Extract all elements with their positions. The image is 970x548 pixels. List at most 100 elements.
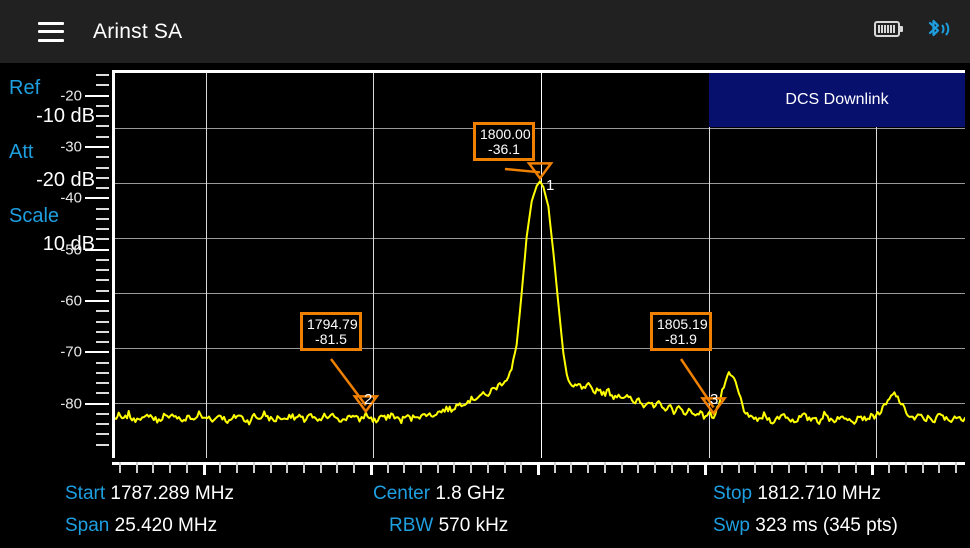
x-tick-minor [319,462,322,473]
center-field[interactable]: Center 1.8 GHz [373,483,505,505]
y-tick-minor [96,166,109,169]
stop-value: 1812.710 MHz [757,483,881,504]
marker-1-number: 1 [546,177,555,194]
menu-bar-3 [38,38,64,42]
marker-3-callout[interactable]: 1805.19 -81.9 [650,312,712,351]
x-tick-minor [587,462,590,473]
x-tick-minor [687,462,690,473]
hamburger-menu-icon[interactable] [38,21,64,42]
marker-1-level: -36.1 [488,141,520,157]
x-tick-minor [787,462,790,473]
marker-1-freq: 1800.00 [480,126,531,142]
start-field[interactable]: Start 1787.289 MHz [65,483,234,505]
y-tick-minor [96,217,109,220]
y-tick-minor [96,74,109,77]
x-tick-minor [637,462,640,473]
x-tick-minor [954,462,957,473]
y-tick-major [85,402,109,405]
x-tick-minor [737,462,740,473]
y-tick-major [85,197,109,200]
marker-2-callout[interactable]: 1794.79 -81.5 [300,312,362,351]
swp-field[interactable]: Swp 323 ms (345 pts) [713,515,898,537]
x-tick-minor [419,462,422,473]
trace-canvas [115,162,965,426]
x-tick-minor [119,462,122,473]
marker-3-freq: 1805.19 [657,316,708,332]
x-tick-minor [185,462,188,473]
x-tick-minor [904,462,907,473]
y-tick-label: -80 [60,395,82,413]
y-tick-minor [96,443,109,446]
spectrum-chart[interactable]: Ref -10 dB Att -20 dB Scale 10 dB -20 -30… [0,63,970,494]
plot-area[interactable]: DCS Downlink 1800.00 -36.1 1 1794.79 -81… [112,70,965,458]
menu-bar-2 [38,30,64,33]
y-tick-minor [96,382,109,385]
x-tick-minor [436,462,439,473]
y-tick-minor [96,258,109,261]
x-tick-minor [520,462,523,473]
y-tick-label: -30 [60,138,82,156]
y-tick-minor [96,310,109,313]
marker-leader-line [679,358,715,409]
x-tick-minor [386,462,389,473]
x-tick-minor [821,462,824,473]
marker-triangles [352,162,728,416]
marker-3-number: 3 [710,391,719,408]
x-tick-minor [252,462,255,473]
marker-2-freq: 1794.79 [307,316,358,332]
x-tick-minor [236,462,239,473]
stop-field[interactable]: Stop 1812.710 MHz [713,483,881,505]
span-field[interactable]: Span 25.420 MHz [65,515,217,537]
x-tick-minor [302,462,305,473]
x-tick-minor [453,462,456,473]
x-tick-minor [269,462,272,473]
x-tick-minor [620,462,623,473]
start-value: 1787.289 MHz [110,483,234,504]
y-tick-major [85,351,109,354]
x-tick-minor [553,462,556,473]
x-tick-minor [603,462,606,473]
app-title: Arinst SA [93,19,183,43]
x-tick-minor [854,462,857,473]
y-tick-minor [96,207,109,210]
x-tick-minor [921,462,924,473]
y-tick-minor [96,330,109,333]
y-tick-minor [96,279,109,282]
x-tick-minor [219,462,222,473]
center-value: 1.8 GHz [435,483,506,504]
y-tick-minor [96,289,109,292]
marker-leader-line [330,358,367,407]
app-bar: Arinst SA [0,0,970,63]
y-tick-minor [96,176,109,179]
y-tick-minor [96,371,109,374]
status-icons [874,17,950,46]
trace-line [115,180,965,426]
status-bar: Start 1787.289 MHz Span 25.420 MHz Cente… [0,475,970,548]
span-label: Span [65,515,110,536]
marker-3-level: -81.9 [665,331,697,347]
x-tick-minor [353,462,356,473]
rbw-field[interactable]: RBW 570 kHz [389,515,508,537]
x-tick-minor [486,462,489,473]
y-tick-minor [96,361,109,364]
menu-bar-1 [38,21,64,25]
y-tick-minor [96,187,109,190]
x-tick-minor [152,462,155,473]
x-tick-minor [754,462,757,473]
rbw-value: 570 kHz [438,515,509,536]
y-tick-minor [96,84,109,87]
y-tick-minor [96,115,109,118]
y-tick-minor [96,104,109,107]
x-tick-minor [135,462,138,473]
y-tick-label: -70 [60,343,82,361]
battery-full-icon[interactable] [874,20,904,43]
x-tick-minor [570,462,573,473]
x-tick-minor [654,462,657,473]
x-tick-minor [403,462,406,473]
marker-1-callout[interactable]: 1800.00 -36.1 [473,122,535,161]
bluetooth-connected-icon[interactable] [924,17,950,46]
x-tick-minor [804,462,807,473]
y-tick-major [85,248,109,251]
y-tick-minor [96,423,109,426]
y-tick-minor [96,135,109,138]
